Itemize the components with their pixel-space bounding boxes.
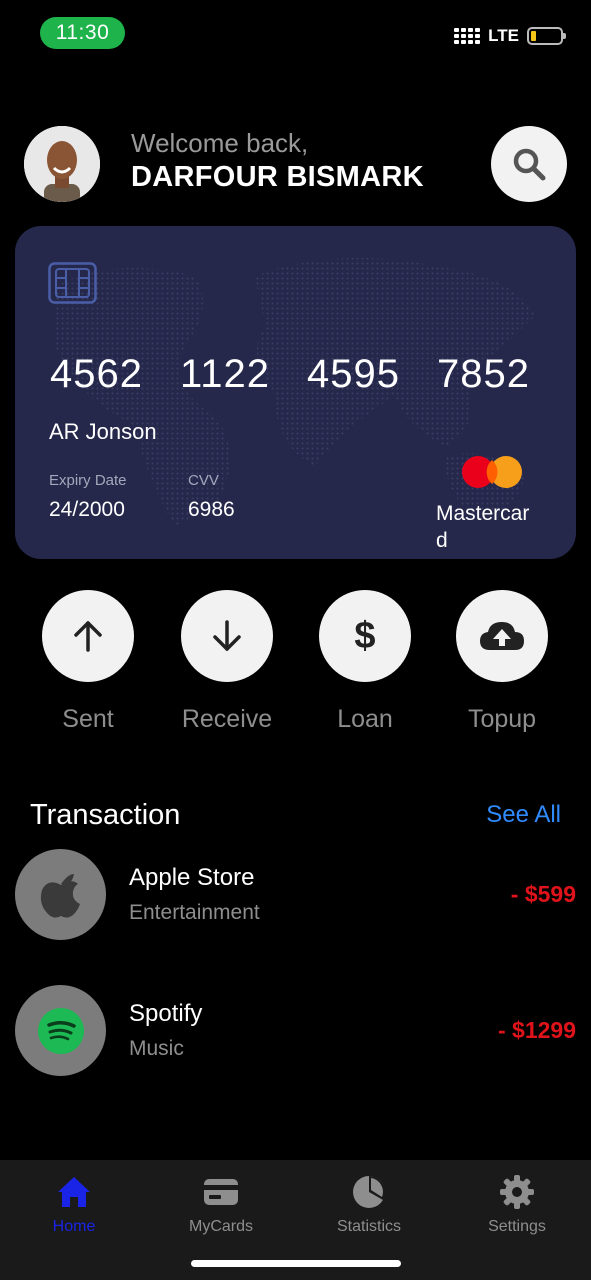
sent-label: Sent bbox=[62, 705, 114, 733]
expiry-label: Expiry Date bbox=[49, 472, 127, 489]
sent-action[interactable]: Sent bbox=[42, 590, 134, 733]
home-indicator[interactable] bbox=[191, 1260, 401, 1267]
card-holder-name: AR Jonson bbox=[49, 419, 157, 444]
network-type: LTE bbox=[488, 26, 519, 45]
gear-icon bbox=[497, 1172, 537, 1212]
transaction-row[interactable]: Apple Store Entertainment - $599 bbox=[15, 849, 576, 941]
cloud-upload-icon bbox=[480, 622, 524, 650]
card-number: 4562 1122 4595 7852 bbox=[50, 352, 530, 397]
arrow-up-icon bbox=[74, 621, 102, 652]
loan-label: Loan bbox=[337, 705, 393, 733]
user-avatar-icon bbox=[24, 126, 100, 202]
receive-label: Receive bbox=[181, 705, 273, 733]
nav-item-settings[interactable]: Settings bbox=[457, 1172, 577, 1236]
card-number-group: 4562 bbox=[50, 352, 143, 396]
nav-label-mycards: MyCards bbox=[188, 1218, 253, 1235]
welcome-text: Welcome back, bbox=[131, 128, 309, 158]
transaction-name: Apple Store bbox=[129, 864, 255, 891]
signal-icon bbox=[454, 28, 481, 44]
loan-button[interactable]: $ bbox=[319, 590, 411, 682]
battery-icon bbox=[527, 27, 566, 45]
search-icon bbox=[513, 148, 546, 181]
transactions-title: Transaction bbox=[30, 799, 181, 831]
sent-button[interactable] bbox=[42, 590, 134, 682]
card-icon bbox=[201, 1172, 241, 1212]
spotify-icon bbox=[37, 1007, 84, 1054]
transaction-row[interactable]: Spotify Music - $1299 bbox=[15, 985, 576, 1077]
chip-icon bbox=[48, 262, 97, 304]
transaction-amount: - $1299 bbox=[497, 1017, 576, 1043]
transaction-name: Spotify bbox=[129, 1000, 203, 1027]
card-number-group: 4595 bbox=[307, 352, 400, 396]
home-icon bbox=[54, 1172, 94, 1212]
apple-icon bbox=[40, 873, 80, 918]
search-button[interactable] bbox=[491, 126, 567, 202]
topup-action[interactable]: Topup bbox=[456, 590, 548, 733]
transaction-category: Music bbox=[129, 1037, 184, 1060]
status-indicators: LTE bbox=[454, 26, 566, 46]
nav-item-statistics[interactable]: Statistics bbox=[309, 1172, 429, 1236]
topup-label: Topup bbox=[467, 705, 537, 733]
receive-button[interactable] bbox=[181, 590, 273, 682]
card-number-group: 7852 bbox=[436, 352, 530, 396]
loan-action[interactable]: $ Loan bbox=[319, 590, 411, 733]
topup-button[interactable] bbox=[456, 590, 548, 682]
cvv-value: 6986 bbox=[188, 498, 235, 521]
cvv-label: CVV bbox=[188, 472, 219, 489]
receive-action[interactable]: Receive bbox=[181, 590, 273, 733]
status-time: 11:30 bbox=[40, 17, 125, 49]
nav-item-home[interactable]: Home bbox=[14, 1172, 134, 1236]
pie-chart-icon bbox=[349, 1172, 389, 1212]
nav-label-settings: Settings bbox=[488, 1218, 546, 1235]
bank-card[interactable]: 4562 1122 4595 7852 AR Jonson Expiry Dat… bbox=[15, 226, 576, 559]
nav-label-statistics: Statistics bbox=[336, 1218, 401, 1235]
arrow-down-icon bbox=[213, 620, 241, 651]
transaction-amount: - $599 bbox=[510, 881, 576, 907]
nav-label-home: Home bbox=[52, 1218, 96, 1235]
see-all-link[interactable]: See All bbox=[486, 801, 561, 829]
dollar-icon: $ bbox=[354, 614, 376, 657]
avatar[interactable] bbox=[24, 126, 100, 202]
username: DARFOUR BISMARK bbox=[131, 161, 424, 193]
mastercard-logo-icon bbox=[462, 456, 522, 488]
card-number-group: 1122 bbox=[179, 352, 270, 396]
card-brand: Mastercard bbox=[436, 502, 530, 552]
expiry-value: 24/2000 bbox=[49, 498, 125, 521]
transaction-icon-container bbox=[15, 985, 106, 1076]
transaction-category: Entertainment bbox=[129, 901, 260, 924]
transaction-icon-container bbox=[15, 849, 106, 940]
nav-item-mycards[interactable]: MyCards bbox=[161, 1172, 281, 1236]
